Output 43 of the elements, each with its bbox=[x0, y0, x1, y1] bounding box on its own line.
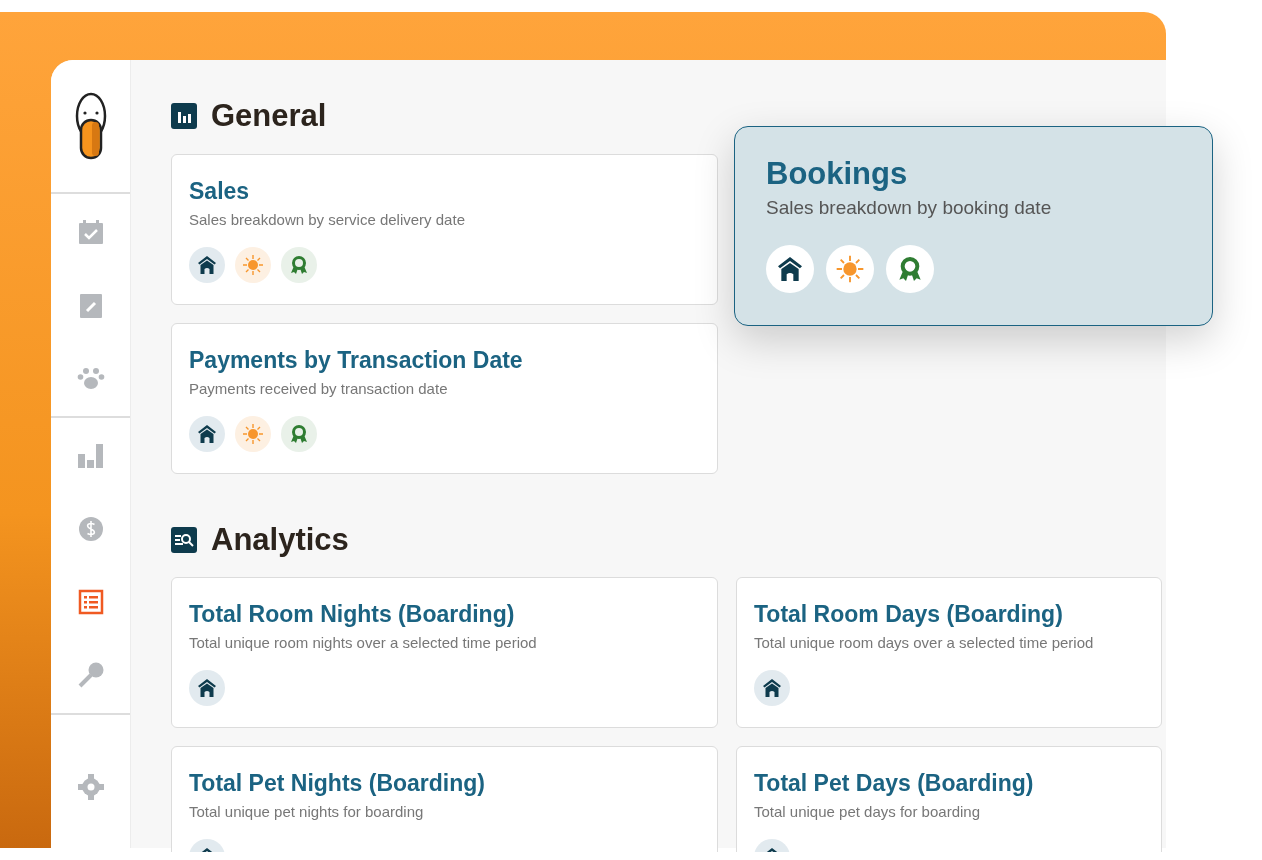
bird-logo-icon bbox=[74, 92, 107, 160]
card-description: Sales breakdown by booking date bbox=[766, 197, 1053, 219]
house-icon bbox=[189, 416, 225, 452]
section-heading: Analytics bbox=[211, 522, 349, 558]
card-description: Total unique pet nights for boarding bbox=[189, 803, 425, 820]
report-card[interactable]: Bookings Sales breakdown by booking date bbox=[734, 126, 1213, 326]
report-card[interactable]: Sales Sales breakdown by service delivery date bbox=[171, 154, 718, 305]
card-description: Total unique room days over a selected time period bbox=[754, 634, 1095, 651]
ribbon-icon bbox=[281, 416, 317, 452]
report-card[interactable]: Total Room Days (Boarding) Total unique room days over a selected time period bbox=[736, 577, 1162, 728]
key-icon[interactable] bbox=[76, 661, 105, 689]
card-title: Total Room Nights (Boarding) bbox=[189, 600, 516, 628]
house-icon bbox=[754, 670, 790, 706]
sun-icon bbox=[235, 247, 271, 283]
search-list-icon bbox=[171, 527, 197, 553]
gear-icon[interactable] bbox=[76, 773, 105, 801]
card-title: Total Pet Days (Boarding) bbox=[754, 769, 1035, 797]
ribbon-icon bbox=[886, 245, 934, 293]
card-title: Total Room Days (Boarding) bbox=[754, 600, 1064, 628]
house-icon bbox=[189, 247, 225, 283]
card-description: Payments received by transaction date bbox=[189, 380, 449, 397]
section-heading: General bbox=[211, 98, 327, 134]
report-card[interactable]: Total Pet Nights (Boarding) Total unique pet nights for boarding bbox=[171, 746, 718, 852]
report-card[interactable]: Total Room Nights (Boarding) Total unique room nights over a selected time period bbox=[171, 577, 718, 728]
list-icon[interactable] bbox=[76, 588, 105, 616]
sun-icon bbox=[826, 245, 874, 293]
card-title: Sales bbox=[189, 177, 251, 205]
card-description: Total unique room nights over a selected time period bbox=[189, 634, 538, 651]
calendar-icon[interactable] bbox=[76, 218, 105, 246]
bars-icon[interactable] bbox=[76, 442, 105, 470]
card-title: Bookings bbox=[766, 155, 909, 193]
bar-chart-icon bbox=[171, 103, 197, 129]
report-card[interactable]: Payments by Transaction Date Payments received by transaction date bbox=[171, 323, 718, 474]
card-title: Payments by Transaction Date bbox=[189, 346, 524, 374]
sun-icon bbox=[235, 416, 271, 452]
house-icon bbox=[189, 670, 225, 706]
card-title: Total Pet Nights (Boarding) bbox=[189, 769, 486, 797]
card-description: Sales breakdown by service delivery date bbox=[189, 211, 466, 228]
card-description: Total unique pet days for boarding bbox=[754, 803, 981, 820]
ribbon-icon bbox=[281, 247, 317, 283]
report-card[interactable]: Total Pet Days (Boarding) Total unique pet days for boarding bbox=[736, 746, 1162, 852]
house-icon bbox=[766, 245, 814, 293]
dollar-icon[interactable] bbox=[76, 515, 105, 543]
